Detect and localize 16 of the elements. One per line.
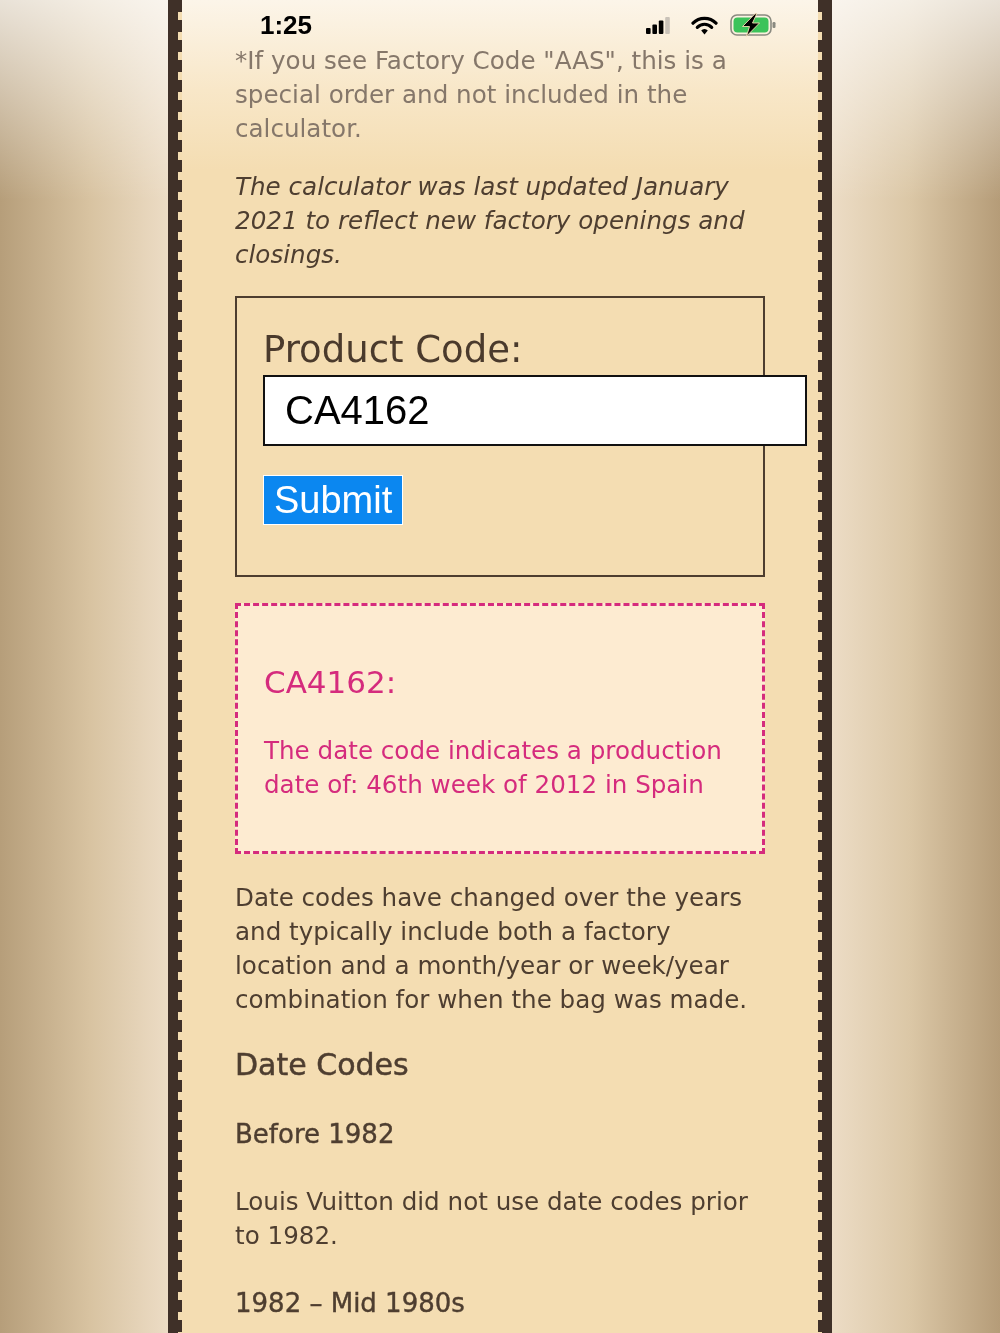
field-label: Product Code: bbox=[263, 328, 524, 372]
result-code: CA4162: bbox=[264, 663, 398, 702]
product-code-field[interactable]: CA4162 bbox=[263, 375, 807, 446]
subsection-heading: 1982 – Mid 1980s bbox=[235, 1287, 466, 1320]
battery-icon bbox=[730, 13, 776, 37]
subsection-heading: Before 1982 bbox=[235, 1118, 396, 1151]
status-time: 1:25 bbox=[260, 11, 313, 39]
section-heading: Date Codes bbox=[235, 1046, 410, 1084]
wifi-icon bbox=[691, 15, 718, 35]
body-text: Date codes have changed over the years and typically include both a factory location and a month/year or week/year combination for when the bag was made. bbox=[235, 882, 749, 1016]
submit-button[interactable]: Submit bbox=[263, 475, 404, 525]
update-note: The calculator was last updated January 2021 to reflect new factory openings and closings. bbox=[235, 171, 746, 271]
footnote-text: *If you see Factory Code "AAS", this is a special order and not included in the calculator. bbox=[235, 45, 728, 145]
signal-icon bbox=[646, 16, 670, 34]
body-text: Louis Vuitton did not use date codes prior to 1982. bbox=[235, 1186, 749, 1252]
result-message: The date code indicates a production date of: 46th week of 2012 in Spain bbox=[264, 735, 723, 801]
